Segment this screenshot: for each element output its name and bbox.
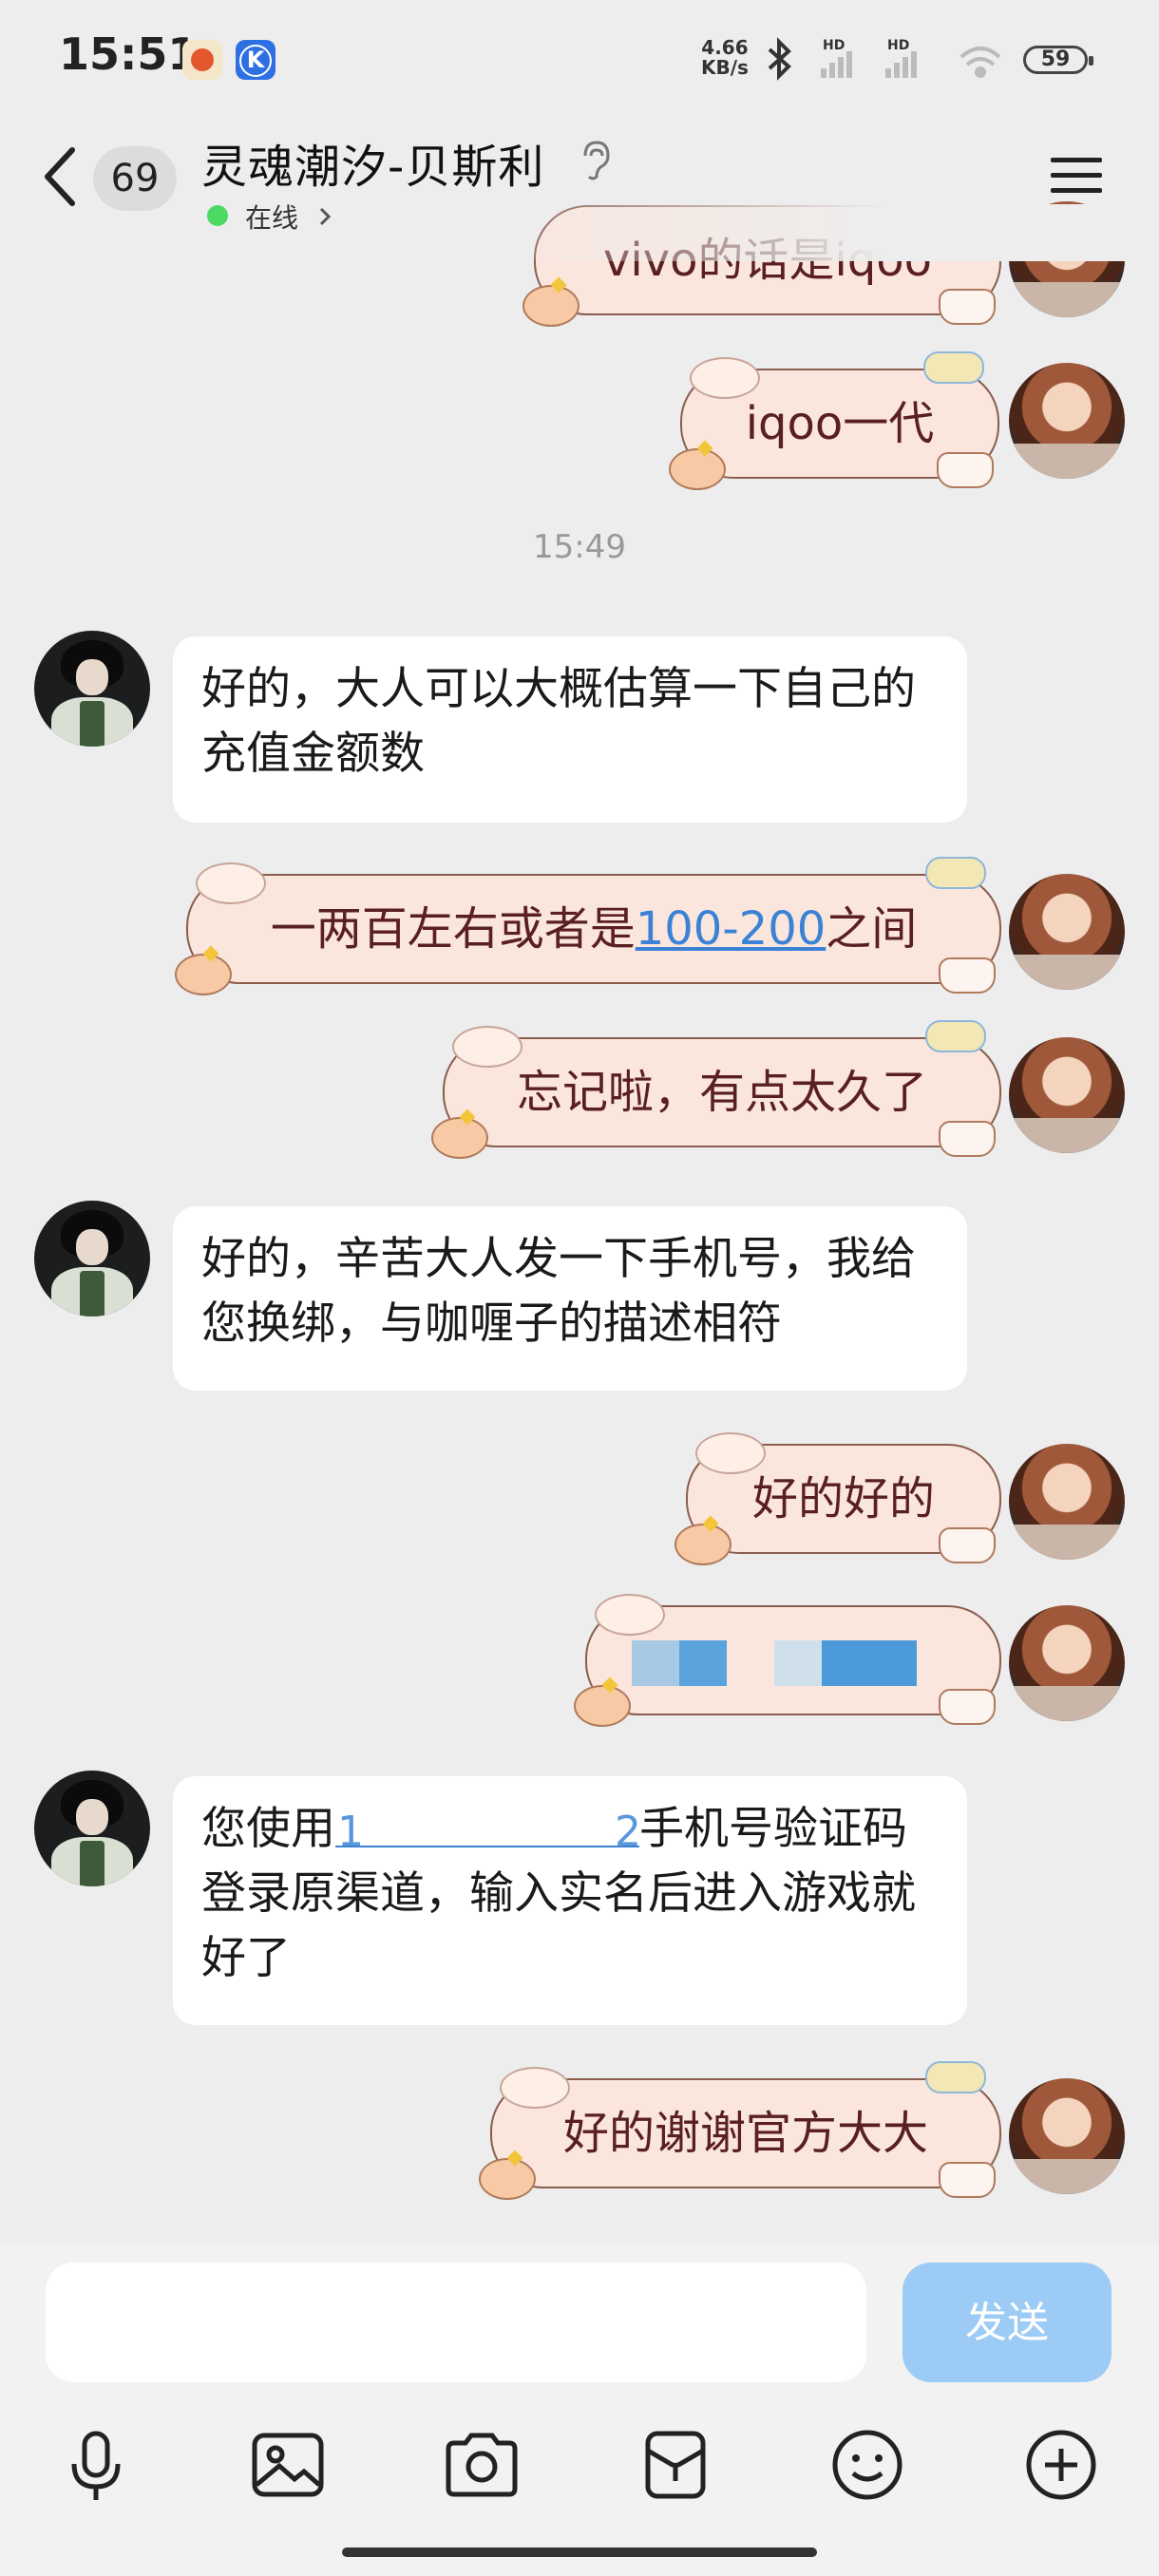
agent-avatar[interactable] [34, 1771, 150, 1886]
bubble-decoration [925, 2061, 986, 2093]
message-text: 好的好的 [751, 1472, 935, 1525]
bluetooth-icon [768, 37, 791, 81]
message-text: 您使用 1 2 手机号验证码登录原渠道，输入实名后进入游戏就好了 [201, 1803, 916, 1984]
bubble-decoration [923, 351, 984, 384]
bubble-decoration [925, 857, 986, 889]
bubble-decoration [690, 357, 760, 399]
send-button[interactable]: 发送 [902, 2263, 1112, 2382]
message-text: 好的谢谢官方大大 [562, 2107, 928, 2160]
message-bubble-out[interactable]: 好的好的 [674, 1432, 1001, 1565]
self-avatar[interactable] [1009, 1605, 1125, 1721]
message-text: 好的，辛苦大人发一下手机号，我给您换绑，与咖喱子的描述相符 [201, 1233, 916, 1350]
image-icon[interactable] [245, 2422, 331, 2508]
ear-icon[interactable] [578, 139, 612, 180]
svg-text:HD: HD [887, 38, 909, 53]
camera-icon[interactable] [439, 2422, 524, 2508]
online-status-text[interactable]: 在线 [245, 198, 298, 236]
bubble-decoration [500, 2067, 570, 2109]
bubble-decoration [452, 1026, 522, 1068]
status-bar: 15:51 K 4.66 KB/s HD HD 59 [0, 0, 1159, 114]
message-text: 好的，大人可以大概估算一下自己的充值金额数 [201, 663, 916, 780]
home-indicator[interactable] [342, 2548, 817, 2557]
svg-text:HD: HD [823, 38, 845, 53]
message-text: 忘记啦，有点太久了 [516, 1066, 927, 1119]
menu-icon[interactable] [1049, 152, 1104, 199]
unread-count-badge[interactable]: 69 [93, 146, 177, 211]
mic-icon[interactable] [53, 2422, 139, 2508]
online-status-dot [207, 205, 228, 226]
self-avatar[interactable] [1009, 1444, 1125, 1560]
bubble-decoration [937, 452, 994, 488]
back-arrow-icon[interactable] [38, 142, 86, 209]
self-avatar[interactable] [1009, 2078, 1125, 2194]
bubble-decoration [431, 1117, 488, 1159]
chat-header: 69 灵魂潮汐-贝斯利 在线 [0, 114, 1159, 261]
agent-avatar[interactable] [34, 631, 150, 747]
message-input[interactable] [46, 2263, 866, 2382]
bubble-decoration [196, 862, 266, 904]
message-bubble-out[interactable]: 好的谢谢官方大大 [479, 2061, 1001, 2200]
bubble-decoration [925, 1020, 986, 1052]
message-bubble-out[interactable]: 忘记啦，有点太久了 [431, 1020, 1001, 1159]
message-timestamp: 15:49 [533, 528, 626, 566]
message-bubble-in[interactable]: 您使用 1 2 手机号验证码登录原渠道，输入实名后进入游戏就好了 [173, 1776, 967, 2025]
bubble-decoration [669, 448, 726, 490]
wifi-icon [960, 47, 1001, 78]
bubble-decoration [939, 1121, 996, 1157]
status-time: 15:51 [59, 28, 199, 80]
signal-icon: HD [821, 38, 852, 78]
bubble-decoration [695, 1432, 766, 1474]
plus-icon[interactable] [1018, 2422, 1104, 2508]
composer: 发送 [0, 2244, 1159, 2576]
self-avatar[interactable] [1009, 363, 1125, 479]
bubble-decoration [595, 1594, 665, 1636]
header-fade [475, 204, 1159, 261]
message-bubble-out-redacted[interactable] [574, 1594, 1001, 1727]
message-bubble-in[interactable]: 好的，辛苦大人发一下手机号，我给您换绑，与咖喱子的描述相符 [173, 1206, 967, 1391]
message-bubble-in[interactable]: 好的，大人可以大概估算一下自己的充值金额数 [173, 636, 967, 823]
signal-icon-2: HD [885, 38, 917, 78]
chat-title[interactable]: 灵魂潮汐-贝斯利 [201, 129, 544, 196]
k-app-icon: K [236, 40, 276, 80]
bubble-decoration [939, 289, 996, 325]
bubble-decoration [479, 2158, 536, 2200]
status-icons: HD HD [768, 37, 1001, 81]
wallet-icon[interactable] [633, 2422, 718, 2508]
message-bubble-out[interactable]: iqoo一代 [669, 351, 999, 490]
network-speed: 4.66 KB/s [701, 36, 749, 79]
battery-indicator: 59 [1023, 46, 1093, 74]
message-bubble-out[interactable]: 一两百左右或者是100-200之间 [175, 857, 1001, 995]
message-text: iqoo一代 [745, 397, 935, 450]
composer-toolbar [0, 2422, 1159, 2527]
bubble-decoration [175, 954, 232, 995]
message-text: 一两百左右或者是100-200之间 [270, 902, 918, 956]
bubble-decoration [522, 285, 580, 327]
bubble-decoration [939, 2162, 996, 2198]
bubble-decoration [939, 957, 996, 994]
agent-avatar[interactable] [34, 1201, 150, 1316]
redacted-phone-link[interactable]: 12 [335, 1810, 641, 1853]
redacted-content [632, 1637, 955, 1690]
notification-app-icon [182, 40, 222, 80]
emoji-icon[interactable] [825, 2422, 910, 2508]
bubble-decoration [939, 1689, 996, 1725]
self-avatar[interactable] [1009, 874, 1125, 990]
message-link[interactable]: 100-200 [636, 902, 826, 956]
bubble-decoration [574, 1685, 631, 1727]
bubble-decoration [939, 1527, 996, 1563]
chevron-right-icon[interactable] [317, 205, 332, 228]
bubble-decoration [674, 1524, 732, 1565]
self-avatar[interactable] [1009, 1037, 1125, 1153]
